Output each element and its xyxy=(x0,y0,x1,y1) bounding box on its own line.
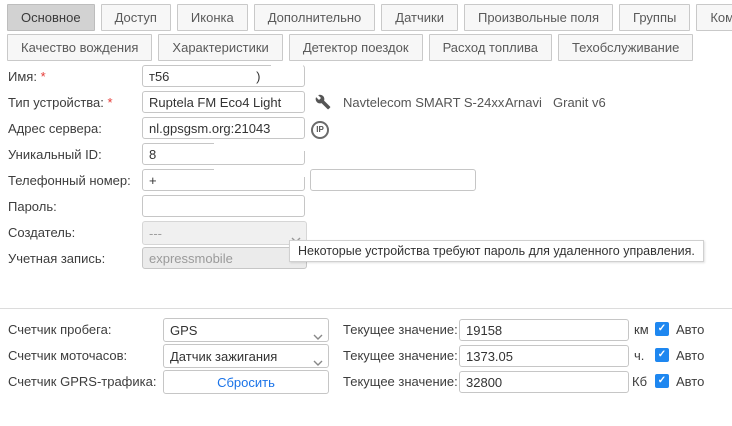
tab-custom-fields[interactable]: Произвольные поля xyxy=(464,4,613,31)
mileage-auto-checkbox[interactable] xyxy=(655,322,669,336)
gprs-current-label: Текущее значение: xyxy=(343,374,458,389)
redaction-patch xyxy=(271,62,303,71)
required-asterisk: * xyxy=(108,95,113,110)
server-address-label: Адрес сервера: xyxy=(8,121,102,136)
tab-main[interactable]: Основное xyxy=(7,4,95,31)
engine-hours-counter-label: Счетчик моточасов: xyxy=(8,348,127,363)
engine-hours-source-select-wrap: Датчик зажигания xyxy=(163,344,329,368)
account-input xyxy=(142,247,307,269)
tab-sensors[interactable]: Датчики xyxy=(381,4,458,31)
redaction-patch xyxy=(214,166,305,177)
ip-icon[interactable]: IP xyxy=(311,119,329,139)
password-label: Пароль: xyxy=(8,199,57,214)
password-tooltip: Некоторые устройства требуют пароль для … xyxy=(289,240,704,262)
mileage-auto-label: Авто xyxy=(676,322,704,337)
tab-bar-secondary: Качество вождения Характеристики Детекто… xyxy=(7,34,732,61)
device-type-label: Тип устройства: * xyxy=(8,95,113,110)
engine-hours-source-select[interactable]: Датчик зажигания xyxy=(163,344,329,368)
gprs-auto-checkbox[interactable] xyxy=(655,374,669,388)
gprs-reset-button[interactable]: Сбросить xyxy=(163,370,329,394)
password-input[interactable] xyxy=(142,195,305,217)
gprs-counter-label: Счетчик GPRS-трафика: xyxy=(8,374,156,389)
unique-id-label: Уникальный ID: xyxy=(8,147,102,162)
section-divider xyxy=(0,308,732,309)
gprs-unit: Кб xyxy=(632,374,647,389)
redaction-patch xyxy=(214,140,305,151)
engine-hours-auto-checkbox[interactable] xyxy=(655,348,669,362)
gprs-auto-label: Авто xyxy=(676,374,704,389)
tab-access[interactable]: Доступ xyxy=(101,4,171,31)
name-label: Имя: * xyxy=(8,69,46,84)
mileage-source-select-wrap: GPS xyxy=(163,318,329,342)
phone-label: Телефонный номер: xyxy=(8,173,131,188)
tab-fuel-consumption[interactable]: Расход топлива xyxy=(429,34,552,61)
device-suggestion-granit[interactable]: Granit v6 xyxy=(553,95,606,110)
account-label: Учетная запись: xyxy=(8,251,105,266)
engine-hours-value-input[interactable] xyxy=(459,345,629,367)
mileage-counter-label: Счетчик пробега: xyxy=(8,322,111,337)
device-suggestion-navtelecom[interactable]: Navtelecom SMART S-24xx xyxy=(343,95,504,110)
wrench-icon[interactable] xyxy=(315,94,331,115)
device-properties-dialog: Основное Доступ Иконка Дополнительно Дат… xyxy=(0,0,732,426)
creator-label: Создатель: xyxy=(8,225,75,240)
tab-trip-detector[interactable]: Детектор поездок xyxy=(289,34,423,61)
gprs-value-input[interactable] xyxy=(459,371,629,393)
device-suggestion-arnavi[interactable]: Arnavi xyxy=(505,95,542,110)
tab-eco-driving[interactable]: Качество вождения xyxy=(7,34,152,61)
mileage-value-input[interactable] xyxy=(459,319,629,341)
tab-advanced[interactable]: Дополнительно xyxy=(254,4,376,31)
mileage-source-select[interactable]: GPS xyxy=(163,318,329,342)
tab-groups[interactable]: Группы xyxy=(619,4,690,31)
tab-maintenance[interactable]: Техобслуживание xyxy=(558,34,693,61)
tab-profile[interactable]: Характеристики xyxy=(158,34,282,61)
ip-icon-text: IP xyxy=(311,121,329,139)
device-type-input[interactable] xyxy=(142,91,305,113)
phone-input-secondary[interactable] xyxy=(310,169,476,191)
engine-hours-auto-label: Авто xyxy=(676,348,704,363)
mileage-unit: км xyxy=(634,322,649,337)
tab-icon[interactable]: Иконка xyxy=(177,4,248,31)
engine-hours-unit: ч. xyxy=(634,348,644,363)
engine-hours-current-label: Текущее значение: xyxy=(343,348,458,363)
tab-bar-primary: Основное Доступ Иконка Дополнительно Дат… xyxy=(7,4,732,31)
tab-commands[interactable]: Команды xyxy=(696,4,732,31)
required-asterisk: * xyxy=(41,69,46,84)
creator-select-wrap: --- xyxy=(142,221,307,245)
mileage-current-label: Текущее значение: xyxy=(343,322,458,337)
creator-select: --- xyxy=(142,221,307,245)
server-address-input[interactable] xyxy=(142,117,305,139)
